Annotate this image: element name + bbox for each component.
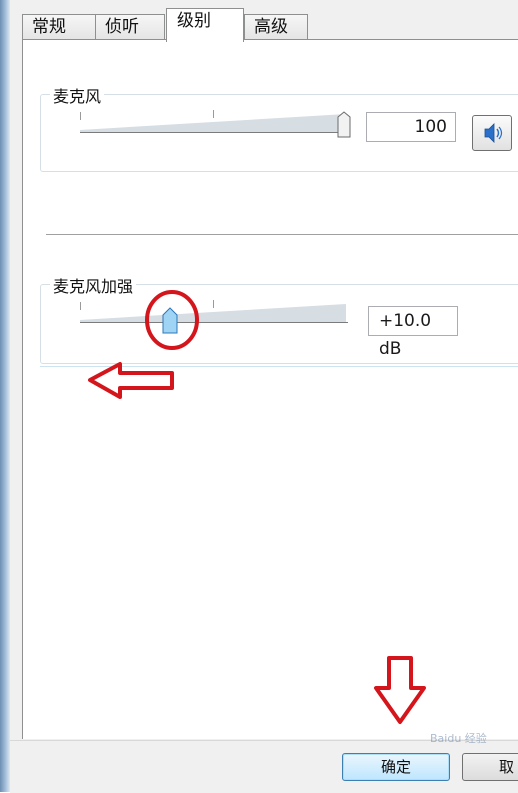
slider-tick — [213, 300, 214, 308]
boost-level-field[interactable]: +10.0 dB — [368, 306, 458, 359]
cancel-button[interactable]: 取 — [462, 753, 518, 781]
tab-advanced[interactable]: 高级 — [244, 14, 308, 40]
tab-listen[interactable]: 侦听 — [95, 14, 165, 40]
slider-tick — [80, 112, 81, 120]
microphone-slider-line — [80, 132, 348, 133]
mute-button[interactable] — [472, 115, 512, 151]
ok-button[interactable]: 确定 — [342, 753, 450, 781]
microphone-slider-thumb[interactable] — [336, 111, 352, 139]
boost-label: 麦克风加强 — [50, 273, 137, 297]
boost-group-underline — [40, 366, 518, 367]
slider-tick — [80, 302, 81, 310]
section-divider — [46, 234, 518, 235]
watermark: Baidu 经验 — [430, 732, 487, 745]
microphone-label: 麦克风 — [50, 83, 105, 107]
boost-slider-line — [80, 322, 348, 323]
microphone-level-field[interactable]: 100 — [366, 112, 456, 142]
window-frame-left — [0, 0, 10, 792]
slider-tick — [213, 110, 214, 118]
boost-slider-thumb[interactable] — [161, 307, 179, 335]
speaker-icon — [484, 123, 503, 143]
tab-levels[interactable]: 级别 — [166, 8, 244, 42]
tab-general[interactable]: 常规 — [22, 14, 96, 40]
